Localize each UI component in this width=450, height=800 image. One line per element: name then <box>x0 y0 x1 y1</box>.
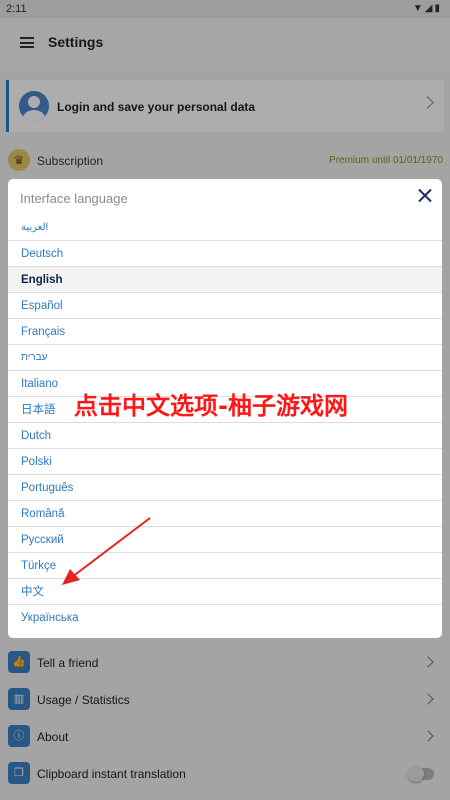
language-option-espanol[interactable]: Español <box>8 293 442 319</box>
language-option-francais[interactable]: Français <box>8 319 442 345</box>
language-option-portugues[interactable]: Português <box>8 475 442 501</box>
dialog-title: Interface language <box>20 191 128 206</box>
pointer-arrow-icon <box>62 517 151 585</box>
close-icon[interactable] <box>417 187 433 203</box>
language-option-english[interactable]: English <box>8 267 442 293</box>
language-option-ukrainian[interactable]: Українська <box>8 605 442 631</box>
watermark-annotation: 点击中文选项-柚子游戏网 <box>74 392 348 420</box>
language-option-deutsch[interactable]: Deutsch <box>8 241 442 267</box>
language-option-dutch[interactable]: Dutch <box>8 423 442 449</box>
language-option-polski[interactable]: Polski <box>8 449 442 475</box>
language-option-arabic[interactable]: العربية <box>8 215 442 241</box>
language-option-hebrew[interactable]: עברית <box>8 345 442 371</box>
